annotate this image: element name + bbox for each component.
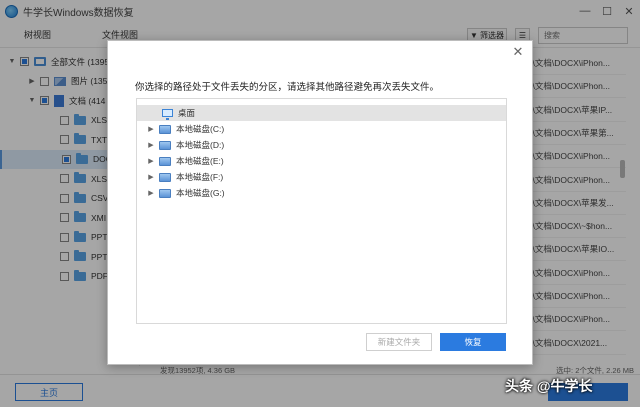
new-folder-button[interactable]: 新建文件夹 xyxy=(366,333,432,351)
dialog-close-icon[interactable]: ✕ xyxy=(512,45,524,58)
chevron-right-icon[interactable]: ▶ xyxy=(147,189,155,197)
folder-item-label: 本地磁盘(D:) xyxy=(176,140,225,150)
chevron-right-icon[interactable]: ▶ xyxy=(147,173,155,181)
folder-item-disk[interactable]: ▶ 本地磁盘(D:) xyxy=(137,137,506,153)
folder-item-label: 桌面 xyxy=(178,108,196,118)
disk-icon xyxy=(159,124,171,134)
folder-item-desktop[interactable]: 桌面 xyxy=(137,105,506,121)
folder-item-label: 本地磁盘(G:) xyxy=(176,188,225,198)
disk-icon xyxy=(159,140,171,150)
disk-icon xyxy=(159,172,171,182)
chevron-right-icon[interactable]: ▶ xyxy=(147,141,155,149)
folder-item-disk[interactable]: ▶ 本地磁盘(G:) xyxy=(137,185,506,201)
folder-item-disk[interactable]: ▶ 本地磁盘(F:) xyxy=(137,169,506,185)
dialog-message: 你选择的路径处于文件丢失的分区，请选择其他路径避免再次丢失文件。 xyxy=(135,82,440,93)
folder-item-label: 本地磁盘(C:) xyxy=(176,124,225,134)
choose-path-dialog: ✕ 你选择的路径处于文件丢失的分区，请选择其他路径避免再次丢失文件。 桌面 ▶ 本地… xyxy=(107,40,533,365)
folder-item-label: 本地磁盘(F:) xyxy=(176,172,224,182)
folder-item-label: 本地磁盘(E:) xyxy=(176,156,224,166)
disk-icon xyxy=(159,188,171,198)
watermark: 头条 @牛学长 xyxy=(505,378,593,394)
folder-item-disk[interactable]: ▶ 本地磁盘(E:) xyxy=(137,153,506,169)
restore-button[interactable]: 恢复 xyxy=(440,333,506,351)
desktop-icon xyxy=(162,109,173,120)
folder-item-disk[interactable]: ▶ 本地磁盘(C:) xyxy=(137,121,506,137)
folder-tree: 桌面 ▶ 本地磁盘(C:) ▶ 本地磁盘(D:) ▶ 本地磁盘(E:) ▶ 本地磁盘(F:) ▶ 本… xyxy=(136,98,507,324)
disk-icon xyxy=(159,156,171,166)
chevron-right-icon[interactable]: ▶ xyxy=(147,157,155,165)
chevron-right-icon[interactable]: ▶ xyxy=(147,125,155,133)
